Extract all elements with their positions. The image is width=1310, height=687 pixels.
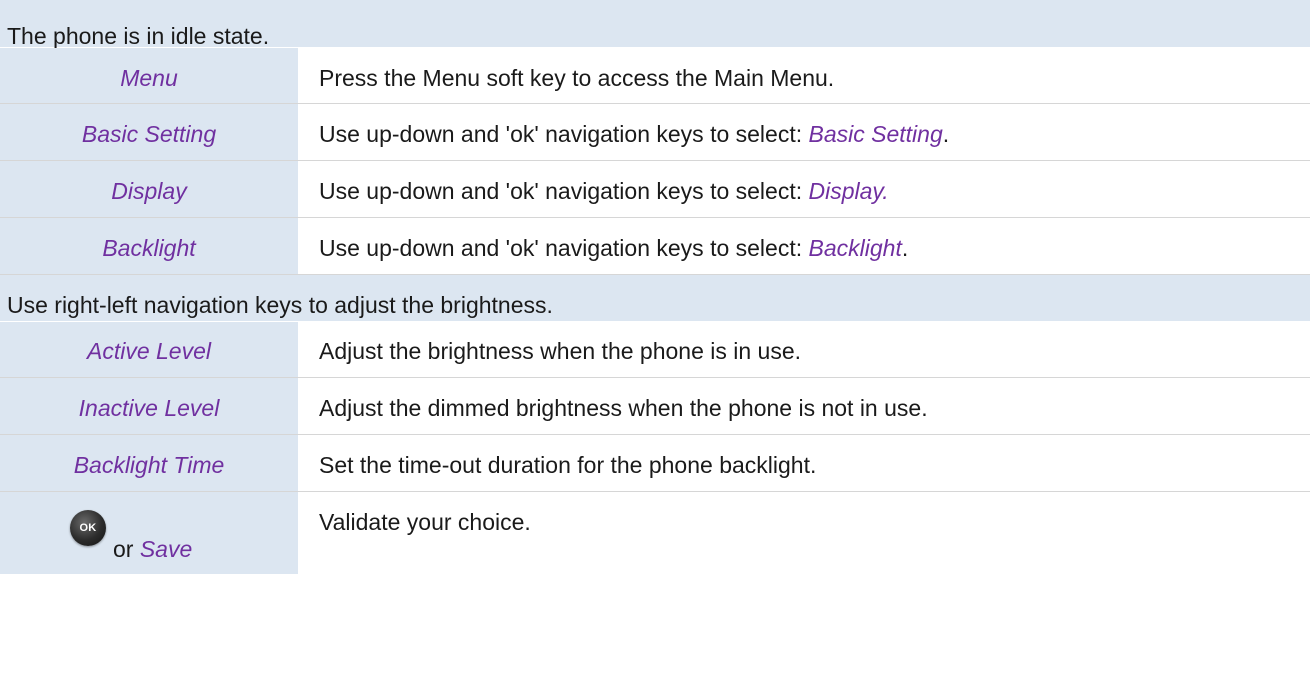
adjust-intro-text: Use right-left navigation keys to adjust… [7,292,553,318]
step-description-suffix: . [942,121,950,147]
setting-description: Adjust the dimmed brightness when the ph… [319,395,928,421]
save-softkey-label[interactable]: Save [140,536,192,562]
backlight-procedure-table: The phone is in idle state. Menu Press t… [0,0,1310,687]
backlight-time-key-label: Backlight Time [73,452,225,478]
ok-key-icon[interactable]: OK [70,510,106,546]
step-description-target: Basic Setting [808,121,943,147]
step-description-cell: Use up-down and 'ok' navigation keys to … [299,161,1310,217]
step-row: Basic Setting Use up-down and 'ok' navig… [0,104,1310,161]
setting-row: Active Level Adjust the brightness when … [0,322,1310,378]
intro-row: The phone is in idle state. [0,0,1310,49]
backlight-key-label: Backlight [102,235,196,261]
step-description-prefix: Use up-down and 'ok' navigation keys to … [319,121,809,147]
setting-description-cell: Adjust the brightness when the phone is … [299,322,1310,377]
step-description-cell: Use up-down and 'ok' navigation keys to … [299,218,1310,274]
setting-description-cell: Adjust the dimmed brightness when the ph… [299,378,1310,434]
setting-description: Adjust the brightness when the phone is … [319,338,802,364]
step-description-cell: Press the Menu soft key to access the Ma… [299,48,1310,103]
setting-key-cell: Active Level [0,322,299,377]
step-key-cell: Display [0,161,299,217]
step-row: Backlight Use up-down and 'ok' navigatio… [0,218,1310,275]
step-key-cell: Backlight [0,218,299,274]
step-description: Use up-down and 'ok' navigation keys to … [319,178,889,204]
setting-row: Backlight Time Set the time-out duration… [0,435,1310,492]
step-description-target: Backlight [808,235,902,261]
intro-text: The phone is in idle state. [7,23,270,49]
validate-key-cell: OK or Save [0,492,299,574]
validate-description-cell: Validate your choice. [299,492,1310,574]
setting-description-cell: Set the time-out duration for the phone … [299,435,1310,491]
step-key-cell: Menu [0,48,299,103]
ok-or-save-label: or Save [113,536,192,562]
validate-description: Validate your choice. [319,509,531,535]
setting-row: Inactive Level Adjust the dimmed brightn… [0,378,1310,435]
step-description-suffix: . [901,235,909,261]
step-description-cell: Use up-down and 'ok' navigation keys to … [299,104,1310,160]
step-row: Menu Press the Menu soft key to access t… [0,48,1310,104]
display-key-label: Display [111,178,187,204]
or-text: or [113,536,134,562]
step-row: Display Use up-down and 'ok' navigation … [0,161,1310,218]
menu-key-label: Menu [120,65,178,91]
setting-key-cell: Inactive Level [0,378,299,434]
active-level-key-label: Active Level [86,338,211,364]
inactive-level-key-label: Inactive Level [78,395,220,421]
step-key-cell: Basic Setting [0,104,299,160]
basic-setting-key-label: Basic Setting [81,121,217,147]
adjust-intro-row: Use right-left navigation keys to adjust… [0,275,1310,322]
step-description: Press the Menu soft key to access the Ma… [319,65,835,91]
step-description: Use up-down and 'ok' navigation keys to … [319,121,949,147]
step-description-prefix: Use up-down and 'ok' navigation keys to … [319,178,809,204]
step-description-target: Display. [808,178,889,204]
setting-key-cell: Backlight Time [0,435,299,491]
step-description: Use up-down and 'ok' navigation keys to … [319,235,908,261]
step-description-prefix: Use up-down and 'ok' navigation keys to … [319,235,809,261]
setting-description: Set the time-out duration for the phone … [319,452,817,478]
validate-row: OK or Save Validate your choice. [0,492,1310,574]
